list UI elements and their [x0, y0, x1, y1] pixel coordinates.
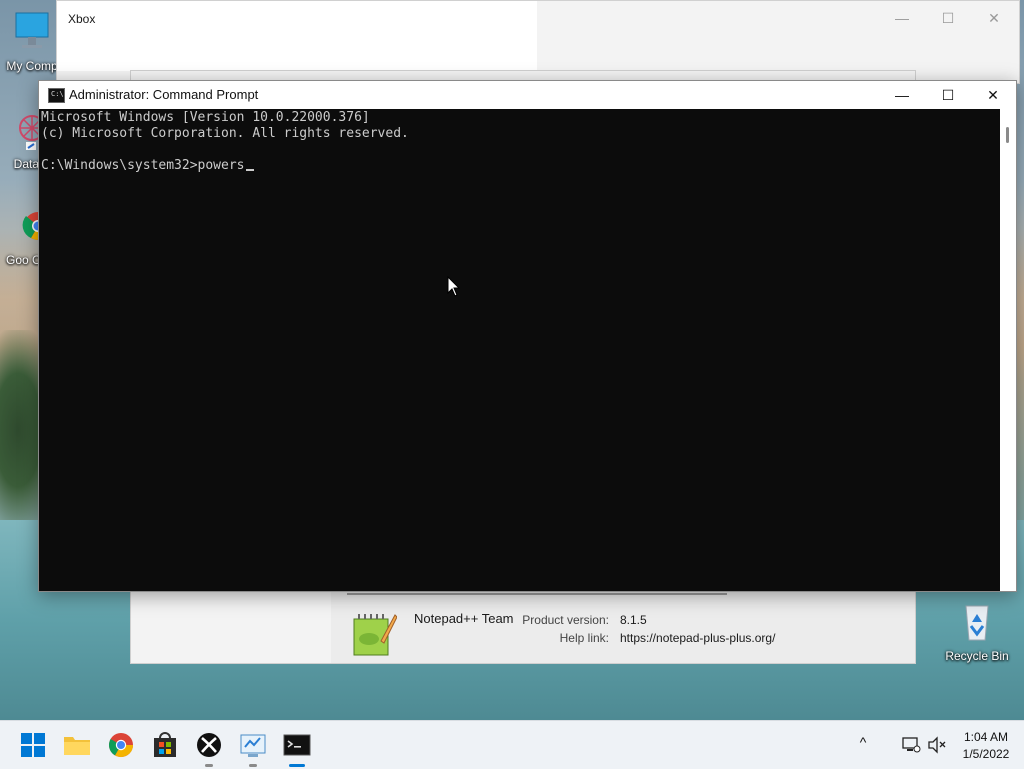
xbox-window-title: Xbox — [68, 12, 96, 26]
chrome-icon[interactable] — [105, 729, 137, 761]
xbox-maximize-button[interactable]: ☐ — [925, 7, 971, 29]
console-prompt-line[interactable]: C:\Windows\system32>powers — [41, 158, 254, 174]
about-separator — [347, 593, 727, 595]
cmd-window-title: Administrator: Command Prompt — [69, 87, 259, 102]
cmd-title-bar[interactable]: C:\ Administrator: Command Prompt — ☐ ✕ — [39, 81, 1016, 109]
console-output[interactable]: Microsoft Windows [Version 10.0.22000.37… — [39, 109, 1000, 591]
product-version-value: 8.1.5 — [620, 613, 647, 627]
xbox-running-indicator — [205, 764, 213, 767]
cmd-maximize-button[interactable]: ☐ — [925, 81, 971, 109]
scrollbar-thumb[interactable] — [1006, 127, 1009, 143]
cmd-close-button[interactable]: ✕ — [970, 81, 1016, 109]
cmd-app-icon: C:\ — [48, 88, 65, 103]
file-explorer-icon[interactable] — [61, 729, 93, 761]
monitor-icon — [15, 12, 49, 48]
control-panel-icon[interactable] — [237, 729, 269, 761]
console-line: (c) Microsoft Corporation. All rights re… — [41, 126, 409, 141]
console-line: Microsoft Windows [Version 10.0.22000.37… — [41, 110, 370, 125]
control-panel-running-indicator — [249, 764, 257, 767]
microsoft-store-icon[interactable] — [149, 729, 181, 761]
command-prompt-window[interactable]: C:\ Administrator: Command Prompt — ☐ ✕ … — [38, 80, 1017, 592]
network-icon[interactable] — [901, 736, 921, 754]
tray-overflow-chevron[interactable]: ^ — [853, 734, 873, 750]
product-version-label: Product version: — [522, 613, 609, 627]
help-link-label: Help link: — [559, 631, 609, 645]
desktop-icon-my-computer[interactable]: My Comp — [0, 10, 64, 73]
recycle-bin-icon — [965, 605, 989, 641]
taskbar: ^ 1:04 AM 1/5/2022 — [0, 720, 1024, 769]
command-prompt-icon[interactable] — [281, 729, 313, 761]
xbox-window-pane — [57, 1, 537, 71]
help-link[interactable]: https://notepad-plus-plus.org/ — [620, 631, 775, 645]
volume-muted-icon[interactable] — [927, 736, 947, 754]
tray-clock-date[interactable]: 1/5/2022 — [956, 747, 1016, 761]
tray-clock-time[interactable]: 1:04 AM — [956, 730, 1016, 744]
cmd-minimize-button[interactable]: — — [879, 81, 925, 109]
xbox-minimize-button[interactable]: — — [879, 7, 925, 29]
xbox-icon[interactable] — [193, 729, 225, 761]
mouse-pointer-icon — [447, 276, 461, 297]
desktop-icon-recycle-bin[interactable]: Recycle Bin — [942, 600, 1012, 663]
xbox-close-button[interactable]: ✕ — [971, 7, 1017, 29]
desktop-icon-label: Recycle Bin — [945, 649, 1009, 663]
console-prompt-text: C:\Windows\system32>powers — [41, 158, 245, 173]
cmd-vertical-scrollbar[interactable] — [1000, 109, 1016, 591]
text-cursor — [245, 169, 254, 171]
cmd-app-icon-text: C:\ — [51, 90, 64, 98]
cmd-active-indicator — [289, 764, 305, 767]
start-windows-icon[interactable] — [17, 729, 49, 761]
desktop-icon-label: My Comp — [6, 59, 58, 73]
notepadpp-logo-icon — [353, 614, 397, 656]
